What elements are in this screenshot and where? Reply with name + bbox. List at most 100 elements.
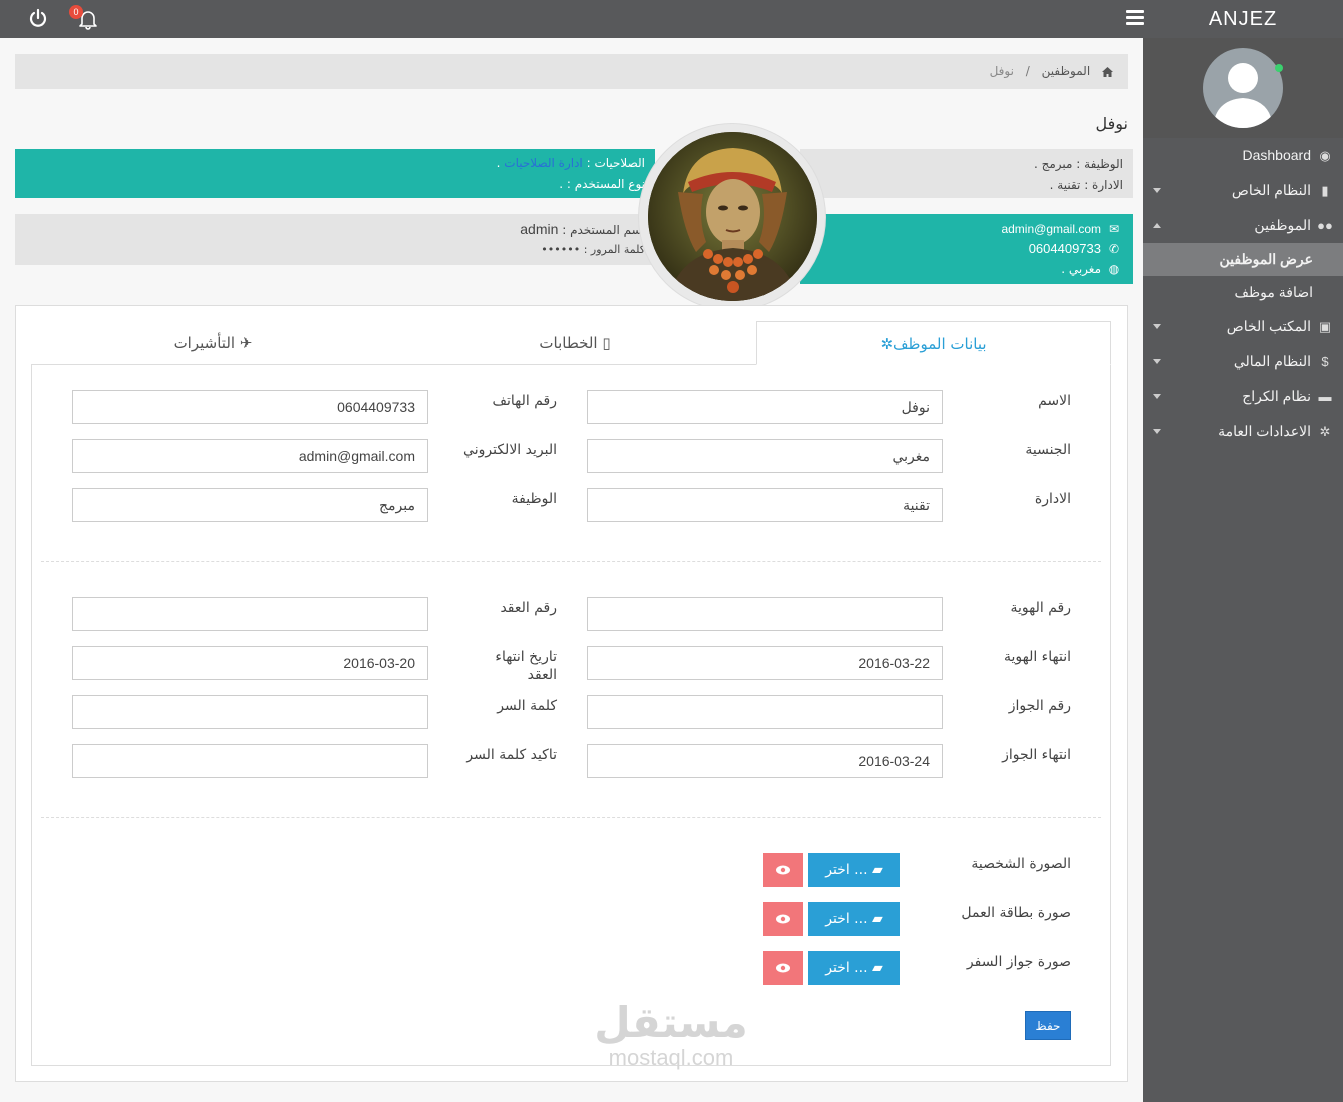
department-line: الادارة : تقنية . <box>1049 178 1123 192</box>
dollar-icon: $ <box>1321 354 1329 369</box>
save-button[interactable]: حفظ <box>1025 1011 1071 1040</box>
eye-icon <box>776 914 790 924</box>
password-line: كلمة المرور : •••••• <box>541 243 645 256</box>
passport-number-label: رقم الجواز <box>1008 698 1071 714</box>
contract-expiry-input[interactable]: 2016-03-20 <box>72 646 428 680</box>
bookmark-icon: ▮ <box>1321 183 1329 198</box>
sidebar-subitem-add-employee[interactable]: اضافة موظف <box>1143 276 1343 309</box>
sidebar-item-private-system[interactable]: ▮ النظام الخاص <box>1143 173 1343 208</box>
id-expiry-input[interactable]: 2016-03-22 <box>587 646 943 680</box>
caret-up-icon <box>1153 223 1161 228</box>
app-brand[interactable]: ANJEZ <box>1143 0 1343 38</box>
user-type-line: نوع المستخدم : . <box>559 177 645 191</box>
contact-band: ✉ admin@gmail.com ✆ 0604409733 ◍ مغربي . <box>800 214 1133 284</box>
phone-icon: ✆ <box>1108 242 1120 256</box>
menu-toggle-icon[interactable] <box>1126 10 1144 26</box>
contract-number-label: رقم العقد <box>500 600 557 616</box>
name-input[interactable]: نوفل <box>587 390 943 424</box>
nationality-input[interactable]: مغربي <box>587 439 943 473</box>
sidebar-subitem-view-employees[interactable]: عرض الموظفين <box>1143 243 1343 276</box>
job-line: الوظيفة : مبرمج . <box>1033 157 1123 171</box>
power-icon[interactable] <box>28 8 48 28</box>
section-divider <box>41 817 1101 818</box>
preview-passport-photo-button[interactable] <box>763 951 803 985</box>
breadcrumb: الموظفين / نوفل <box>15 54 1128 89</box>
caret-down-icon <box>1153 324 1161 329</box>
sidebar-item-private-office[interactable]: ▣ المكتب الخاص <box>1143 309 1343 344</box>
sidebar-profile <box>1143 38 1343 138</box>
username-line: اسم المستخدم : admin <box>520 221 645 237</box>
plane-icon: ✈ <box>239 334 253 352</box>
password-label: كلمة السر <box>497 698 557 714</box>
folder-open-icon: ▰ <box>871 960 883 976</box>
choose-personal-photo-button[interactable]: اختر ... ▰ <box>808 853 900 887</box>
passport-expiry-input[interactable]: 2016-03-24 <box>587 744 943 778</box>
job-input[interactable]: مبرمج <box>72 488 428 522</box>
online-status-dot <box>1275 64 1283 72</box>
department-input[interactable]: تقنية <box>587 488 943 522</box>
confirm-password-input[interactable] <box>72 744 428 778</box>
id-number-input[interactable] <box>587 597 943 631</box>
globe-icon: ◍ <box>1108 262 1120 276</box>
choose-work-card-button[interactable]: اختر ... ▰ <box>808 902 900 936</box>
folder-open-icon: ▰ <box>871 862 883 878</box>
passport-expiry-label: انتهاء الجواز <box>1002 747 1071 763</box>
passport-number-input[interactable] <box>587 695 943 729</box>
username-value: admin <box>520 221 559 237</box>
department-label: الادارة <box>1034 491 1071 507</box>
tab-letters[interactable]: الخطابات ▯ <box>394 321 756 365</box>
folder-open-icon: ▰ <box>871 911 883 927</box>
watermark: مستقل mostaql.com <box>594 998 748 1070</box>
breadcrumb-employees-link[interactable]: الموظفين <box>1042 64 1091 78</box>
contract-expiry-label: تاريخ انتهاء العقد <box>495 649 557 683</box>
choose-passport-photo-button[interactable]: اختر ... ▰ <box>808 951 900 985</box>
permissions-line: الصلاحيات : ادارة الصلاحيات . <box>496 156 645 170</box>
job-info-band: الوظيفة : مبرمج . الادارة : تقنية . <box>800 149 1133 198</box>
avatar[interactable] <box>1203 48 1283 128</box>
permissions-link[interactable]: ادارة الصلاحيات <box>504 156 582 170</box>
passport-photo-label: صورة جواز السفر <box>966 954 1071 970</box>
tab-employee-data[interactable]: ✲بيانات الموظف <box>756 321 1111 365</box>
home-icon[interactable] <box>1102 66 1113 77</box>
caret-down-icon <box>1153 188 1161 193</box>
sidebar-item-settings[interactable]: ✲ الاعدادات العامة <box>1143 414 1343 449</box>
name-label: الاسم <box>1038 393 1071 409</box>
id-number-label: رقم الهوية <box>1010 600 1071 616</box>
password-input[interactable] <box>72 695 428 729</box>
breadcrumb-separator: / <box>1025 64 1030 78</box>
email-row: ✉ admin@gmail.com <box>800 219 1119 239</box>
caret-down-icon <box>1153 359 1161 364</box>
sidebar-item-dashboard[interactable]: ◉ Dashboard <box>1143 138 1343 173</box>
sidebar: ◉ Dashboard ▮ النظام الخاص ●● الموظفين ع… <box>1143 38 1343 1102</box>
portrait-image <box>648 132 817 301</box>
sidebar-item-finance[interactable]: $ النظام المالي <box>1143 344 1343 379</box>
tab-visas[interactable]: التأشيرات ✈ <box>32 321 394 365</box>
preview-personal-photo-button[interactable] <box>763 853 803 887</box>
preview-work-card-button[interactable] <box>763 902 803 936</box>
work-card-label: صورة بطاقة العمل <box>961 905 1071 921</box>
nationality-label: الجنسية <box>1025 442 1071 458</box>
notification-badge: 0 <box>69 5 83 19</box>
job-label: الوظيفة <box>511 491 557 507</box>
sidebar-item-employees[interactable]: ●● الموظفين <box>1143 208 1343 243</box>
profile-photo[interactable] <box>648 132 817 301</box>
tab-bar: ✲بيانات الموظف الخطابات ▯ التأشيرات ✈ <box>32 321 1111 365</box>
envelope-icon: ✉ <box>1108 222 1120 236</box>
cogs-icon: ✲ <box>880 335 894 353</box>
permissions-band: الصلاحيات : ادارة الصلاحيات . نوع المستخ… <box>15 149 655 198</box>
contract-number-input[interactable] <box>72 597 428 631</box>
cogs-icon: ✲ <box>1319 424 1331 439</box>
eye-icon <box>776 865 790 875</box>
phone-label: رقم الهاتف <box>492 393 557 409</box>
confirm-password-label: تاكيد كلمة السر <box>466 747 557 763</box>
id-expiry-label: انتهاء الهوية <box>1003 649 1071 665</box>
phone-row: ✆ 0604409733 <box>800 239 1119 259</box>
breadcrumb-current: نوفل <box>989 64 1014 78</box>
sidebar-item-garage[interactable]: ▬ نظام الكراج <box>1143 379 1343 414</box>
email-input[interactable]: admin@gmail.com <box>72 439 428 473</box>
phone-input[interactable]: 0604409733 <box>72 390 428 424</box>
page-title: نوفل <box>1095 114 1128 133</box>
users-icon: ●● <box>1317 218 1333 233</box>
dashboard-icon: ◉ <box>1319 148 1331 163</box>
nationality-row: ◍ مغربي . <box>800 259 1119 279</box>
